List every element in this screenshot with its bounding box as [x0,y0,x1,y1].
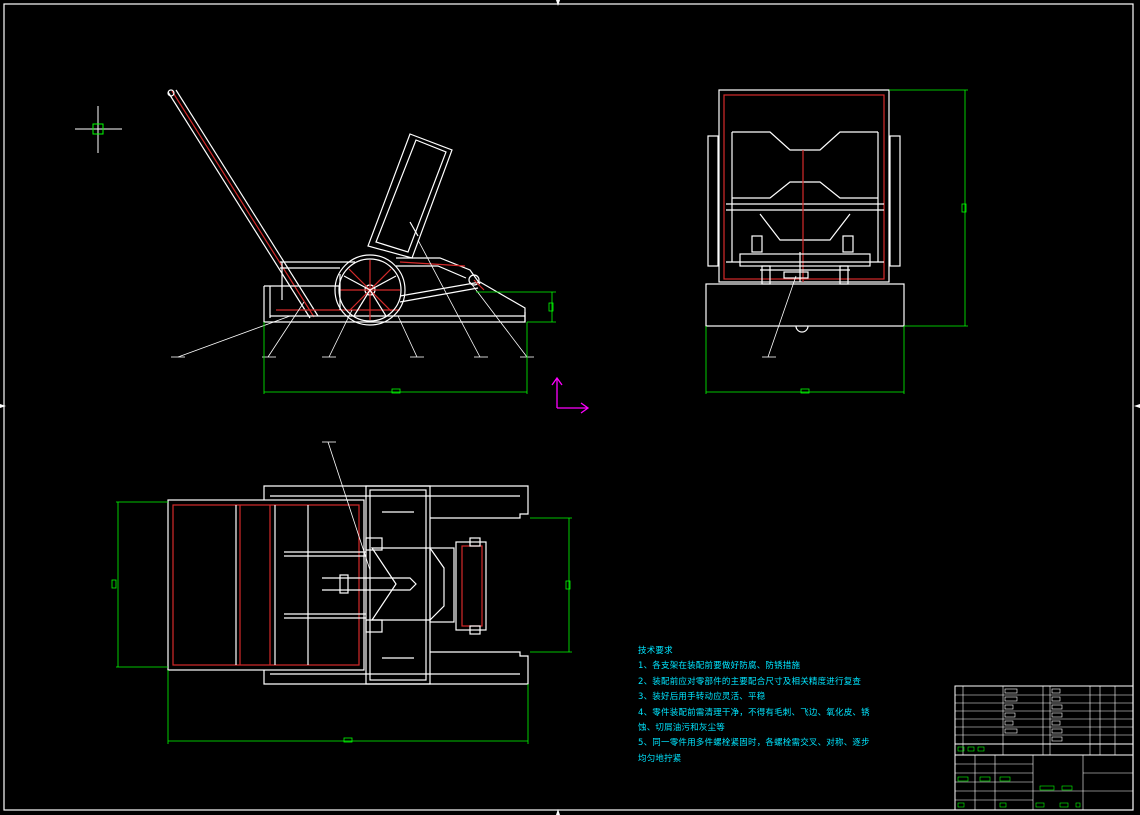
title-block-marks [957,746,1081,808]
parts-list-marks [1004,688,1063,742]
front-view-leaders [171,239,534,358]
requirement-line: 5、同一零件用多件螺栓紧固时，各螺栓需交叉、对称、逐步 [638,738,870,749]
ucs-axis-icon [551,376,590,414]
side-view-dimensions [705,89,968,394]
top-view-dimensions [111,501,572,744]
side-view-leader [762,275,797,358]
drawing-frame [3,3,1134,811]
front-view [167,89,526,326]
technical-requirements-heading: 技术要求 [638,646,673,656]
requirement-line: 3、装好后用手转动应灵活、平稳 [638,692,766,703]
technical-requirements: 技术要求 1、各支架在装配前要做好防腐、防锈措施 2、装配前应对零部件的主要配合… [638,644,888,767]
cad-drawing-canvas[interactable] [0,0,1140,815]
top-view-leader [322,441,371,571]
requirement-line: 2、装配前应对零部件的主要配合尺寸及相关精度进行复查 [638,676,862,687]
title-block [954,685,1134,811]
requirement-line: 1、各支架在装配前要做好防腐、防锈措施 [638,661,801,672]
top-view [167,485,529,685]
requirement-line: 均匀地拧紧 [638,753,682,764]
crosshair-cursor-icon [75,106,122,153]
side-view [705,89,905,333]
requirement-line: 4、零件装配前需清理干净，不得有毛刺、飞边、氧化皮、锈 [638,707,870,718]
requirement-line: 蚀、切屑油污和灰尘等 [638,723,726,734]
